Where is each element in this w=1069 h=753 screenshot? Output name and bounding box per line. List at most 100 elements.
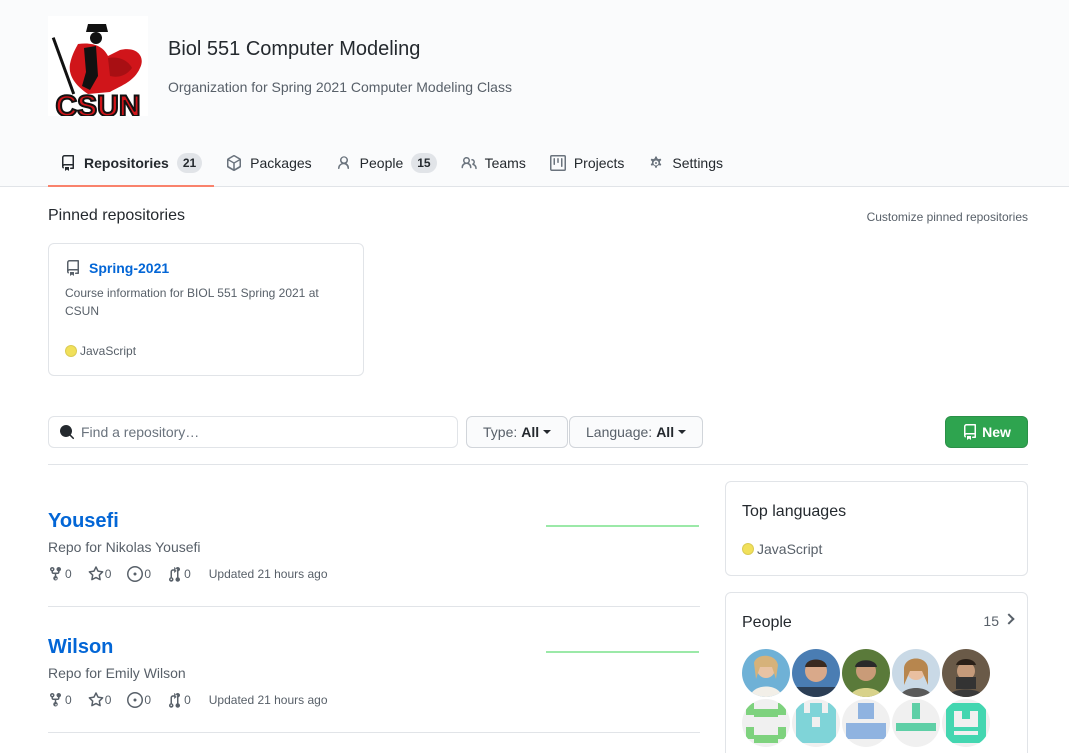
forks-count: 0 [65, 693, 72, 707]
people-box: People 15 [725, 592, 1028, 753]
repo-filter-bar: Type: All Language: All New [48, 416, 1028, 448]
tab-settings[interactable]: Settings [636, 140, 735, 186]
pull-request-icon [169, 692, 181, 708]
people-count: 15 [983, 613, 999, 629]
avatar[interactable] [892, 649, 940, 697]
tab-label: Packages [250, 155, 312, 171]
type-filter-label: Type: [483, 424, 518, 440]
org-logo[interactable]: CSUN [48, 16, 148, 116]
stars-link[interactable]: 0 [88, 692, 112, 708]
caret-down-icon [678, 430, 687, 434]
org-header: CSUN Biol 551 Computer Modeling Organiza… [0, 0, 1069, 187]
identicon-avatar[interactable] [792, 699, 840, 747]
customize-pinned-link[interactable]: Customize pinned repositories [867, 210, 1028, 224]
new-button-label: New [982, 424, 1011, 440]
repo-meta: 0 0 0 0 Updated 21 hours ago [48, 692, 328, 708]
identicon-avatar[interactable] [742, 699, 790, 747]
tab-teams[interactable]: Teams [449, 140, 538, 186]
issues-link[interactable]: 0 [127, 692, 151, 708]
identicon-avatar[interactable] [892, 699, 940, 747]
tab-label: Projects [573, 155, 625, 171]
issues-link[interactable]: 0 [127, 566, 151, 582]
language-color-dot [65, 345, 77, 357]
pull-request-icon [169, 566, 181, 582]
pull-requests-link[interactable]: 0 [167, 692, 191, 708]
stars-count: 0 [104, 693, 112, 707]
pull-requests-count: 0 [184, 693, 191, 707]
top-languages-title: Top languages [742, 503, 847, 520]
project-icon [549, 155, 566, 171]
org-tabs: Repositories 21 Packages People 15 Teams… [48, 140, 735, 187]
avatar[interactable] [942, 649, 990, 697]
avatar[interactable] [742, 649, 790, 697]
issues-count: 0 [144, 693, 152, 707]
repo-name-link[interactable]: Wilson [48, 636, 113, 659]
repo-list-item: Wilson Repo for Emily Wilson 0 0 0 0 Upd… [48, 607, 700, 733]
identicon-avatar[interactable] [842, 699, 890, 747]
avatar[interactable] [842, 649, 890, 697]
search-input[interactable] [81, 424, 441, 440]
repo-icon [964, 424, 977, 440]
people-icon [461, 157, 477, 170]
stars-link[interactable]: 0 [88, 566, 112, 582]
language-filter-button[interactable]: Language: All [569, 416, 704, 448]
identicon-avatar[interactable] [942, 699, 990, 747]
issue-icon [127, 692, 144, 708]
fork-icon [50, 566, 61, 581]
gear-icon [651, 156, 662, 168]
repo-icon [67, 260, 79, 276]
forks-count: 0 [65, 567, 72, 581]
tab-repositories[interactable]: Repositories 21 [48, 140, 215, 187]
repo-meta: 0 0 0 0 Updated 21 hours ago [48, 566, 328, 582]
language-color-dot [742, 543, 754, 555]
tab-label: Repositories [84, 154, 169, 171]
pinned-repo-card: Spring-2021 Course information for BIOL … [48, 243, 364, 376]
tab-packages[interactable]: Packages [214, 140, 323, 186]
pinned-repo-description: Course information for BIOL 551 Spring 2… [65, 286, 319, 318]
people-count-badge: 15 [411, 153, 437, 173]
repo-description: Repo for Emily Wilson [48, 665, 186, 681]
activity-sparkline [546, 651, 699, 653]
search-field[interactable] [48, 416, 458, 448]
repo-icon [62, 154, 74, 171]
stars-count: 0 [104, 567, 112, 581]
org-description: Organization for Spring 2021 Computer Mo… [168, 79, 512, 95]
tab-label: Settings [672, 155, 724, 171]
updated-text: Updated 21 hours ago [208, 567, 328, 581]
language-filter-label: Language: [586, 424, 653, 440]
package-icon [227, 155, 242, 171]
people-title[interactable]: People [742, 614, 792, 632]
issues-count: 0 [144, 567, 152, 581]
language-label: JavaScript [757, 541, 823, 557]
divider [48, 464, 1028, 465]
star-icon [88, 692, 104, 707]
org-name: Biol 551 Computer Modeling [168, 38, 421, 60]
issue-icon [127, 566, 144, 582]
person-icon [337, 156, 349, 170]
tab-label: Teams [484, 155, 526, 171]
type-filter-button[interactable]: Type: All [466, 416, 569, 448]
activity-sparkline [546, 525, 699, 527]
tab-people[interactable]: People 15 [324, 140, 449, 186]
top-language-item[interactable]: JavaScript [742, 541, 822, 557]
new-repo-button[interactable]: New [945, 416, 1028, 448]
repo-name-link[interactable]: Yousefi [48, 510, 119, 533]
fork-icon [50, 692, 61, 707]
updated-text: Updated 21 hours ago [208, 693, 328, 707]
avatar[interactable] [792, 649, 840, 697]
repo-count-badge: 21 [176, 152, 203, 173]
pull-requests-count: 0 [184, 567, 191, 581]
tab-projects[interactable]: Projects [538, 140, 637, 186]
forks-link[interactable]: 0 [48, 692, 72, 708]
repo-list-item: Yousefi Repo for Nikolas Yousefi 0 0 0 0… [48, 481, 700, 607]
people-avatars [742, 649, 990, 747]
pinned-repo-link[interactable]: Spring-2021 [89, 260, 169, 276]
pull-requests-link[interactable]: 0 [167, 566, 191, 582]
tab-label: People [359, 155, 404, 171]
csun-matador-logo: CSUN [48, 16, 148, 116]
type-filter-value: All [521, 424, 540, 440]
chevron-right-icon[interactable] [1003, 613, 1015, 625]
top-languages-box: Top languages JavaScript [725, 481, 1028, 576]
forks-link[interactable]: 0 [48, 566, 72, 582]
caret-down-icon [543, 430, 552, 434]
